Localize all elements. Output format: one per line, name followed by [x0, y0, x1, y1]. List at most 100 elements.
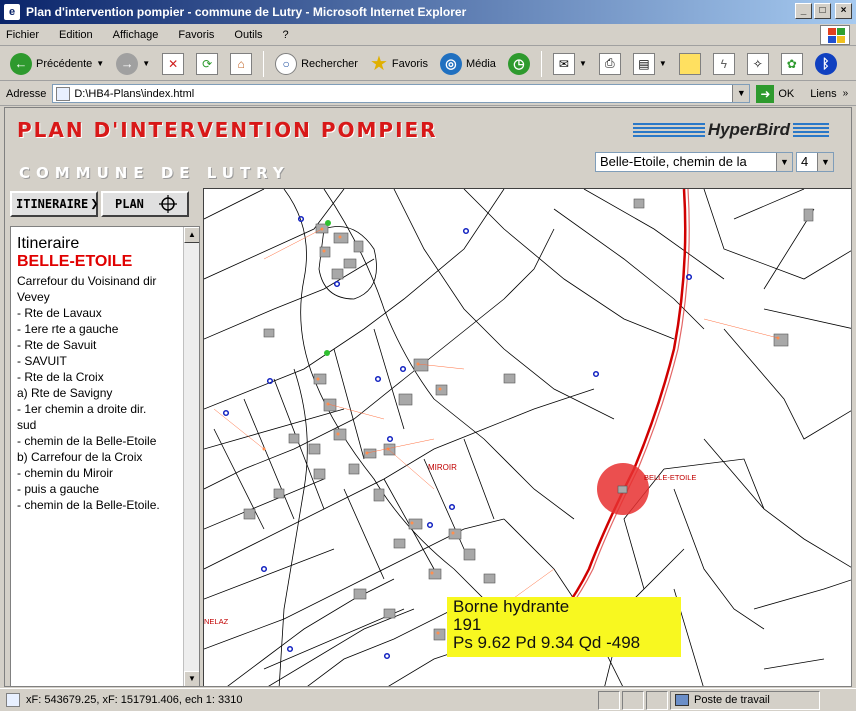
- page-title: PLAN D'INTERVENTION POMPIER: [17, 118, 438, 142]
- address-dropdown-icon[interactable]: ▼: [732, 85, 750, 102]
- menu-favoris[interactable]: Favoris: [178, 29, 214, 41]
- itinerary-place: BELLE-ETOILE: [17, 253, 133, 270]
- itinerary-scrollbar[interactable]: ▲ ▼: [183, 227, 199, 686]
- scroll-down-icon[interactable]: ▼: [184, 671, 199, 686]
- mail-icon: ✉: [552, 52, 575, 75]
- tooltip-pressure: Ps 9.62 Pd 9.34 Qd -498: [453, 633, 641, 652]
- map-label-miroir: MIROIR: [428, 463, 457, 472]
- itinerary-step: - Rte de Savuit: [17, 338, 97, 352]
- itinerary-step: - chemin de la Belle-Etoile.: [17, 498, 160, 512]
- mail-dropdown-icon[interactable]: ▼: [579, 59, 587, 68]
- status-text: xF: 543679.25, xF: 151791.406, ech 1: 33…: [26, 694, 243, 706]
- map-label-nelaz: NELAZ: [204, 617, 229, 626]
- status-cell: [646, 690, 668, 710]
- media-button[interactable]: ◎ Média: [436, 50, 500, 78]
- chevron-down-icon[interactable]: ▼: [817, 153, 833, 171]
- research-icon: ✧: [746, 52, 769, 75]
- hydrant-tooltip: Borne hydrante 191 Ps 9.62 Pd 9.34 Qd -4…: [447, 597, 681, 657]
- page-icon: [56, 86, 71, 101]
- maximize-button[interactable]: □: [814, 3, 831, 19]
- lightning-icon: ϟ: [712, 52, 735, 75]
- print-icon: ⎙: [598, 52, 621, 75]
- itinerary-step: - 1ere rte a gauche: [17, 322, 119, 336]
- itinerary-heading: Itineraire: [17, 235, 80, 252]
- itinerary-button-label: ITINERAIRE: [16, 197, 89, 211]
- itinerary-step: - Rte de Lavaux: [17, 306, 102, 320]
- media-label: Média: [465, 57, 496, 70]
- chevron-down-icon[interactable]: ▼: [776, 153, 792, 171]
- edit-button[interactable]: ▤ ▼: [629, 50, 671, 78]
- map-view[interactable]: MIROIR BELLE-ETOILE NELAZ Borne hydrante…: [203, 188, 851, 686]
- hyperbird-logo: HyperBird: [633, 118, 829, 142]
- logo-lines: [633, 123, 705, 137]
- flower-icon: ✿: [780, 52, 803, 75]
- menu-fichier[interactable]: Fichier: [6, 29, 39, 41]
- note-icon: [678, 52, 701, 75]
- go-button[interactable]: ➜ OK: [756, 84, 794, 103]
- toolbar-separator: [263, 50, 265, 77]
- plan-button-label: PLAN: [115, 197, 144, 211]
- favorites-button[interactable]: ★ Favoris: [366, 50, 432, 78]
- minimize-button[interactable]: _: [795, 3, 812, 19]
- search-button[interactable]: ○ Rechercher: [271, 50, 362, 78]
- print-button[interactable]: ⎙: [595, 50, 625, 78]
- menu-affichage[interactable]: Affichage: [113, 29, 159, 41]
- arrow-right-icon: ❯: [90, 196, 99, 212]
- favorites-label: Favoris: [391, 57, 428, 70]
- itinerary-step: - puis a gauche: [17, 482, 100, 496]
- street-select[interactable]: Belle-Etoile, chemin de la ▼: [595, 152, 793, 172]
- home-button[interactable]: ⌂: [226, 50, 256, 78]
- security-zone: Poste de travail: [670, 690, 820, 710]
- itinerary-button[interactable]: ITINERAIRE ❯: [10, 191, 99, 217]
- status-cell: [598, 690, 620, 710]
- note-button[interactable]: [675, 50, 705, 78]
- window-controls: _ □ ×: [795, 3, 852, 19]
- bluetooth-icon: ᛒ: [814, 52, 837, 75]
- go-arrow-icon: ➜: [756, 84, 775, 103]
- itinerary-step: - 1er chemin a droite dir.: [17, 402, 147, 416]
- crosshair-icon: [158, 195, 177, 213]
- toolbar: ← Précédente ▼ → ▼ ✕ ⟳ ⌂ ○ Rechercher ★ …: [0, 47, 856, 81]
- itinerary-step: Carrefour du Voisinand dir: [17, 274, 157, 288]
- bluetooth-button[interactable]: ᛒ: [811, 50, 841, 78]
- links-button[interactable]: Liens: [810, 88, 836, 100]
- research-button[interactable]: ✧: [743, 50, 773, 78]
- refresh-icon: ⟳: [196, 52, 219, 75]
- messenger-button[interactable]: ✿: [777, 50, 807, 78]
- itinerary-step: - Rte de la Croix: [17, 370, 104, 384]
- window-title-bar: e Plan d'intervention pompier - commune …: [0, 0, 856, 24]
- plan-button[interactable]: PLAN: [101, 191, 189, 217]
- forward-arrow-icon: →: [116, 52, 139, 75]
- back-button[interactable]: ← Précédente ▼: [6, 50, 108, 78]
- edit-dropdown-icon[interactable]: ▼: [659, 59, 667, 68]
- itinerary-step: a) Rte de Savigny: [17, 386, 113, 400]
- page-subtitle: COMMUNE DE LUTRY: [19, 164, 290, 182]
- address-input[interactable]: D:\HB4-Plans\index.html ▼: [52, 84, 751, 103]
- forward-dropdown-icon[interactable]: ▼: [142, 59, 150, 68]
- itinerary-step: sud: [17, 418, 37, 432]
- house-number-select[interactable]: 4 ▼: [796, 152, 834, 172]
- back-dropdown-icon[interactable]: ▼: [96, 59, 104, 68]
- mail-button[interactable]: ✉ ▼: [549, 50, 591, 78]
- stop-button[interactable]: ✕: [158, 50, 188, 78]
- status-bar: xF: 543679.25, xF: 151791.406, ech 1: 33…: [0, 688, 856, 711]
- menu-help[interactable]: ?: [283, 29, 289, 41]
- menu-edition[interactable]: Edition: [59, 29, 93, 41]
- media-globe-icon: ◎: [439, 52, 462, 75]
- house-number-value: 4: [801, 154, 809, 169]
- itinerary-step: Vevey: [17, 290, 50, 304]
- edit-icon: ▤: [632, 52, 655, 75]
- links-chevron-icon[interactable]: »: [843, 88, 849, 99]
- refresh-button[interactable]: ⟳: [192, 50, 222, 78]
- close-button[interactable]: ×: [835, 3, 852, 19]
- history-button[interactable]: ◷: [504, 50, 534, 78]
- search-label: Rechercher: [301, 57, 358, 70]
- map-label-belle-etoile: BELLE-ETOILE: [644, 473, 696, 482]
- lightning-button[interactable]: ϟ: [709, 50, 739, 78]
- itinerary-steps: Carrefour du Voisinand dir Vevey - Rte de …: [17, 273, 193, 513]
- itinerary-step: b) Carrefour de la Croix: [17, 450, 143, 464]
- scroll-up-icon[interactable]: ▲: [184, 227, 199, 243]
- tooltip-number: 191: [453, 615, 482, 634]
- menu-outils[interactable]: Outils: [234, 29, 262, 41]
- forward-button[interactable]: → ▼: [112, 50, 154, 78]
